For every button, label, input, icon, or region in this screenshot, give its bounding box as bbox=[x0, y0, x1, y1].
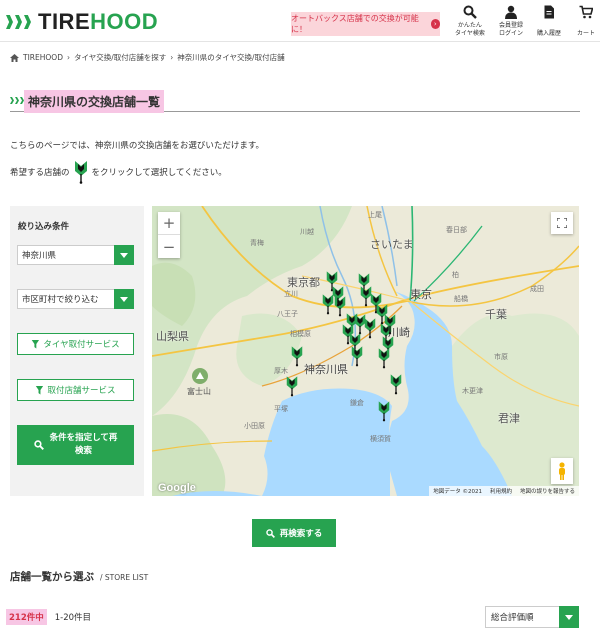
terms-link[interactable]: 利用規約 bbox=[490, 487, 512, 495]
chevron-down-icon bbox=[114, 289, 134, 309]
store-pin[interactable] bbox=[350, 344, 364, 368]
store-pin[interactable] bbox=[359, 284, 373, 308]
google-logo: Google bbox=[158, 482, 196, 494]
nav-cart[interactable]: カート bbox=[577, 5, 595, 38]
chevron-down-icon bbox=[114, 245, 134, 265]
intro-instruction: 希望する店舗の をクリックして選択してください。 bbox=[10, 160, 227, 184]
breadcrumb-current: 神奈川県のタイヤ交換/取付店舗 bbox=[177, 53, 285, 62]
arrow-right-icon: › bbox=[430, 19, 440, 29]
breadcrumb-home[interactable]: TIREHOOD bbox=[23, 53, 63, 62]
research-button[interactable]: 再検索する bbox=[252, 519, 336, 547]
fullscreen-button[interactable] bbox=[551, 212, 573, 234]
intro-text: こちらのページでは、神奈川県の交換店舗をお選びいただけます。 bbox=[10, 141, 264, 151]
street-view-button[interactable] bbox=[551, 458, 573, 484]
result-count: 212件中 1-20件目 bbox=[6, 609, 91, 625]
zoom-controls: + − bbox=[158, 212, 180, 258]
page-title: 神奈川県の交換店舗一覧 bbox=[10, 90, 580, 113]
store-list-heading: 店舗一覧から選ぶ / STORE LIST bbox=[10, 571, 149, 583]
filter-icon bbox=[35, 385, 44, 395]
document-icon bbox=[544, 5, 554, 19]
logo-chevrons-icon bbox=[6, 15, 33, 29]
prefecture-select[interactable]: 神奈川県 bbox=[17, 245, 134, 265]
cart-icon bbox=[579, 5, 593, 19]
zoom-out-button[interactable]: − bbox=[158, 235, 180, 258]
store-pin[interactable] bbox=[331, 284, 345, 308]
map-canvas[interactable] bbox=[152, 206, 579, 496]
user-icon bbox=[505, 5, 517, 19]
nav-login[interactable]: 会員登録 ログイン bbox=[499, 5, 523, 38]
store-pin[interactable] bbox=[285, 374, 299, 398]
store-pin-icon bbox=[74, 161, 87, 184]
search-icon bbox=[33, 440, 44, 450]
shop-service-filter-button[interactable]: 取付店舗サービス bbox=[17, 379, 134, 401]
home-icon bbox=[10, 53, 19, 62]
apply-filter-button[interactable]: 条件を指定して再 検索 bbox=[17, 425, 134, 465]
store-map[interactable]: 上尾 川越 さいたま 春日部 青梅 東京都 立川 八王子 東京 柏 船橋 成田 … bbox=[152, 206, 579, 496]
pegman-icon bbox=[559, 462, 565, 480]
search-icon bbox=[463, 5, 477, 19]
site-header: TIREHOOD オートバックス店舗での交換が可能に！ › かんたん タイヤ検索… bbox=[0, 0, 600, 42]
range-label: 1-20件目 bbox=[54, 613, 92, 623]
nav-purchase-history[interactable]: 購入履歴 bbox=[537, 5, 561, 38]
breadcrumb-find-stores[interactable]: タイヤ交換/取付店舗を探す bbox=[74, 52, 166, 63]
nav-tire-search[interactable]: かんたん タイヤ検索 bbox=[455, 5, 485, 38]
tirehood-logo[interactable]: TIREHOOD bbox=[6, 9, 158, 35]
total-count: 212件中 bbox=[6, 609, 47, 625]
store-pin[interactable] bbox=[383, 312, 397, 336]
store-pin[interactable] bbox=[389, 372, 403, 396]
city-select[interactable]: 市区町村で絞り込む bbox=[17, 289, 134, 309]
map-attribution: 地図データ ©2021 利用規約 地図の誤りを報告する bbox=[429, 486, 579, 496]
chevron-down-icon bbox=[559, 606, 579, 628]
store-pin[interactable] bbox=[377, 346, 391, 370]
store-pin[interactable] bbox=[290, 344, 304, 368]
page-heading: 神奈川県の交換店舗一覧 bbox=[24, 90, 165, 113]
breadcrumb: TIREHOOD › タイヤ交換/取付店舗を探す › 神奈川県のタイヤ交換/取付… bbox=[10, 52, 285, 63]
title-chevrons-icon bbox=[10, 97, 25, 104]
tire-service-filter-button[interactable]: タイヤ取付サービス bbox=[17, 333, 134, 355]
filter-icon bbox=[31, 339, 40, 349]
filter-title: 絞り込み条件 bbox=[18, 222, 70, 232]
search-icon bbox=[265, 528, 275, 538]
zoom-in-button[interactable]: + bbox=[158, 212, 180, 235]
filter-panel: 絞り込み条件 神奈川県 市区町村で絞り込む タイヤ取付サービス 取付店舗サービス… bbox=[10, 206, 144, 496]
promo-banner[interactable]: オートバックス店舗での交換が可能に！ › bbox=[291, 12, 440, 36]
sort-select[interactable]: 総合評価順 bbox=[485, 606, 579, 628]
fullscreen-icon bbox=[557, 218, 567, 228]
store-pin[interactable] bbox=[377, 399, 391, 423]
report-error-link[interactable]: 地図の誤りを報告する bbox=[520, 487, 575, 495]
store-pin[interactable] bbox=[363, 316, 377, 340]
